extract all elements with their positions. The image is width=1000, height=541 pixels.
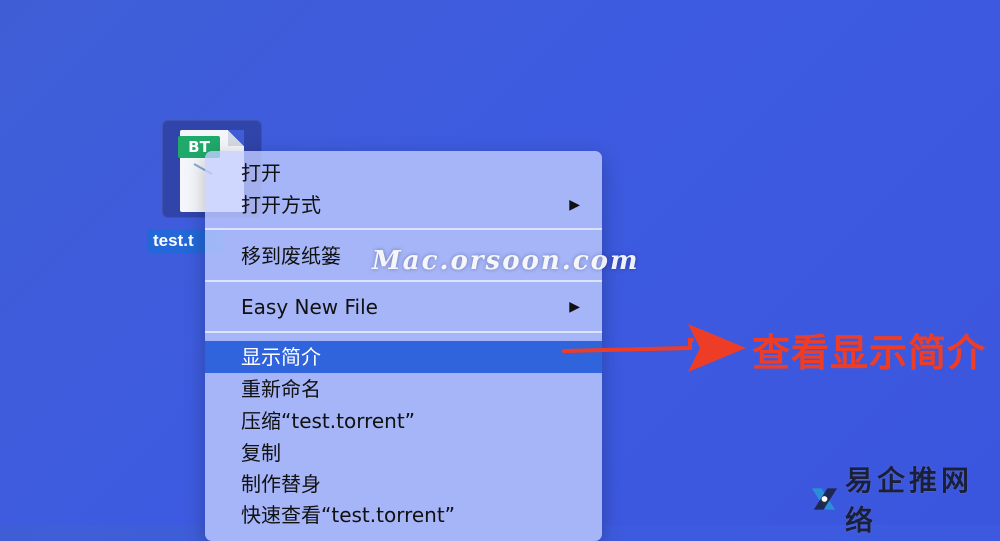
menu-item-label: 重新命名 — [241, 377, 321, 401]
menu-item-label: 打开方式 — [241, 193, 321, 217]
menu-item-duplicate[interactable]: 复制 — [205, 437, 602, 469]
menu-item-label: 移到废纸篓 — [241, 244, 341, 268]
menu-item-label: Easy New File — [241, 295, 378, 319]
menu-item-open-with[interactable]: 打开方式 ▶ — [205, 189, 602, 221]
brand-logo-icon — [811, 488, 838, 510]
menu-item-get-info[interactable]: 显示简介 — [205, 341, 602, 373]
annotation-label: 查看显示简介 — [752, 331, 987, 375]
menu-item-label: 压缩“test.torrent” — [241, 409, 416, 433]
brand-logo: 易企推网络 — [808, 464, 1000, 537]
brand-name: 易企推网络 — [844, 464, 973, 537]
menu-item-easy-new-file[interactable]: Easy New File ▶ — [205, 291, 602, 323]
menu-item-label: 显示简介 — [241, 345, 321, 369]
menu-item-label: 制作替身 — [241, 472, 321, 496]
menu-item-label: 打开 — [241, 161, 281, 185]
annotation-arrow-icon — [562, 324, 746, 372]
menu-separator — [205, 280, 602, 282]
menu-item-rename[interactable]: 重新命名 — [205, 373, 602, 405]
watermark-text: Mac.orsoon.com — [372, 246, 640, 276]
menu-item-make-alias[interactable]: 制作替身 — [205, 468, 602, 500]
menu-item-compress[interactable]: 压缩“test.torrent” — [205, 405, 602, 437]
menu-separator — [205, 331, 602, 333]
menu-item-label: 复制 — [241, 441, 281, 465]
menu-item-quick-look[interactable]: 快速查看“test.torrent” — [205, 499, 602, 531]
menu-separator — [205, 228, 602, 230]
menu-item-open[interactable]: 打开 — [205, 157, 602, 189]
submenu-arrow-icon: ▶ — [569, 197, 580, 213]
menu-item-label: 快速查看“test.torrent” — [241, 503, 456, 527]
context-menu: 打开 打开方式 ▶ 移到废纸篓 Easy New File ▶ 显示简介 重新命… — [205, 151, 602, 541]
